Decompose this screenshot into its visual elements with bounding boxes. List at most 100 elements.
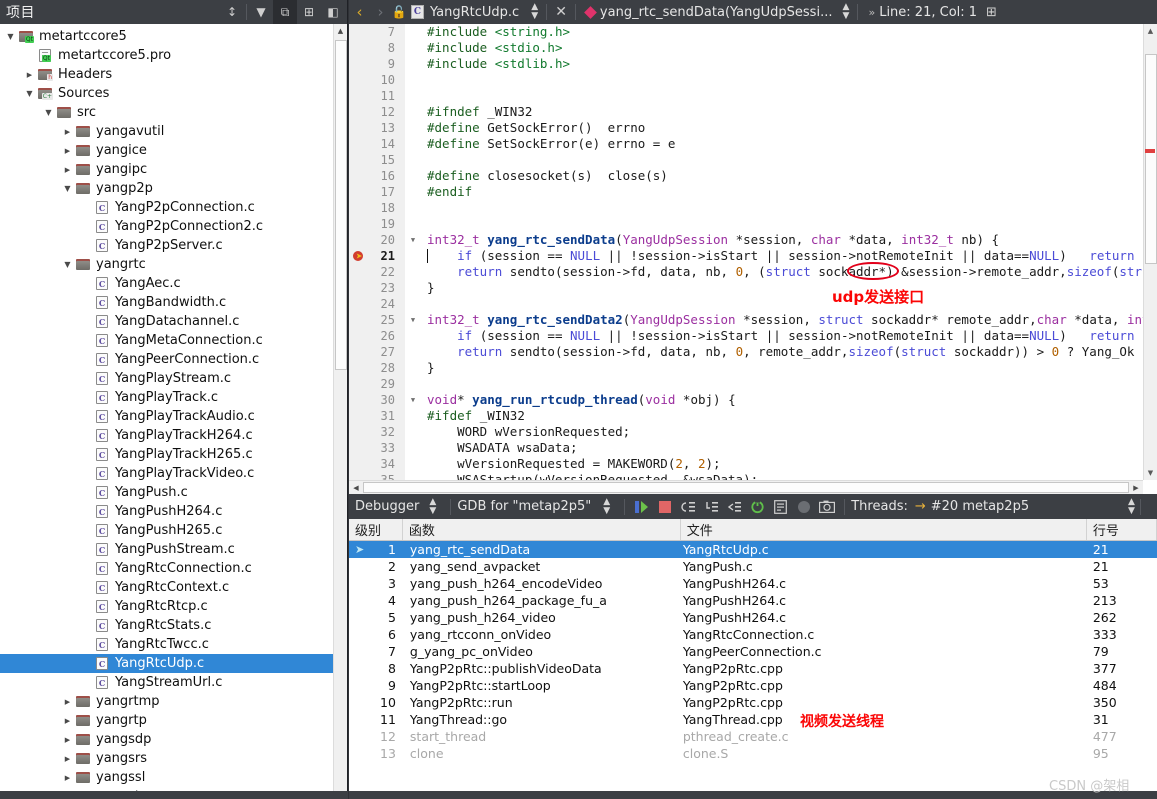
tree-item[interactable]: C YangP2pServer.c (0, 236, 347, 255)
column-header-level[interactable]: 级别 (349, 519, 403, 540)
chevron-down-icon[interactable] (61, 184, 74, 193)
tree-item[interactable]: yangssl (0, 768, 347, 787)
tree-item[interactable]: C YangPushH265.c (0, 521, 347, 540)
tree-item[interactable]: C YangPushH264.c (0, 502, 347, 521)
chevron-right-icon[interactable] (61, 774, 74, 782)
back-icon[interactable]: ‹ (349, 0, 370, 24)
fold-toggle-icon[interactable]: ▼ (407, 392, 419, 408)
chevron-right-icon[interactable] (61, 147, 74, 155)
project-tree-scroll-thumb[interactable] (335, 40, 347, 370)
file-dropdown-icon[interactable]: ▲ ▼ (529, 3, 540, 21)
scroll-up-icon[interactable]: ▲ (1144, 24, 1157, 38)
code-line[interactable]: 8 #include <stdio.h> (349, 40, 1143, 56)
tree-item[interactable]: C YangPlayTrackH264.c (0, 426, 347, 445)
tree-item[interactable]: C YangPush.c (0, 483, 347, 502)
tree-item[interactable]: Qt metartccore5.pro (0, 46, 347, 65)
tree-item[interactable]: yangipc (0, 160, 347, 179)
stack-row[interactable]: 3 yang_push_h264_encodeVideo YangPushH264.… (349, 575, 1157, 592)
tree-item[interactable]: C YangRtcRtcp.c (0, 597, 347, 616)
stack-row[interactable]: 10 YangP2pRtc::run YangP2pRtc.cpp 350 (349, 694, 1157, 711)
stack-view[interactable]: 级别 函数 文件 行号 ➤ 1 yang_rtc_sendData YangRtcUd… (349, 519, 1157, 799)
tree-item[interactable]: yangice (0, 141, 347, 160)
chevron-down-icon[interactable] (42, 108, 55, 117)
tree-item[interactable]: yangsdp (0, 730, 347, 749)
chevron-down-icon[interactable] (4, 32, 17, 41)
code-line[interactable]: 10 (349, 72, 1143, 88)
sort-filter-icon[interactable]: ↕ (220, 0, 244, 24)
code-editor[interactable]: 7 #include <string.h> 8 #include <stdio.h> 9… (349, 24, 1157, 494)
step-into-button[interactable] (700, 496, 723, 517)
tree-item[interactable]: yangrtc (0, 255, 347, 274)
split-editor-icon[interactable]: ⊞ (986, 5, 997, 20)
editor-hscroll-thumb[interactable] (363, 482, 1129, 493)
code-line[interactable]: 31 #ifdef _WIN32 (349, 408, 1143, 424)
tree-item[interactable]: C+ Sources (0, 84, 347, 103)
tree-item[interactable]: C YangP2pConnection2.c (0, 217, 347, 236)
link-icon[interactable]: ⧉ (273, 0, 297, 24)
lock-icon[interactable]: 🔓 (391, 5, 407, 19)
scroll-right-icon[interactable]: ▶ (1129, 481, 1143, 494)
tree-item[interactable]: C YangPushStream.c (0, 540, 347, 559)
open-file-chip[interactable]: C YangRtcUdp.c (407, 5, 519, 20)
scroll-up-icon[interactable]: ▲ (334, 24, 347, 38)
tree-item[interactable]: C YangPlayTrackH265.c (0, 445, 347, 464)
threads-dropdown-icon[interactable]: ▲ ▼ (1126, 497, 1137, 516)
fold-toggle-icon[interactable]: ▼ (407, 232, 419, 248)
tree-item[interactable]: C YangRtcConnection.c (0, 559, 347, 578)
stack-row[interactable]: 6 yang_rtcconn_onVideo YangRtcConnection.c… (349, 626, 1157, 643)
scroll-left-icon[interactable]: ◀ (349, 481, 363, 494)
tree-item[interactable]: C YangRtcContext.c (0, 578, 347, 597)
chevron-right-icon[interactable] (61, 128, 74, 136)
tree-item[interactable]: C YangDatachannel.c (0, 312, 347, 331)
code-line[interactable]: 13 #define GetSockError() errno (349, 120, 1143, 136)
code-line[interactable]: 30 ▼ void* yang_run_rtcudp_thread(void *ob… (349, 392, 1143, 408)
code-line[interactable]: 28} (349, 360, 1143, 376)
tree-item[interactable]: C YangMetaConnection.c (0, 331, 347, 350)
step-out-button[interactable] (723, 496, 746, 517)
chevron-down-icon[interactable] (23, 89, 36, 98)
tree-item[interactable]: yangrtp (0, 711, 347, 730)
code-line[interactable]: 17 #endif (349, 184, 1143, 200)
editor-horizontal-scrollbar[interactable]: ◀ ▶ (349, 480, 1143, 494)
stack-row[interactable]: 9 YangP2pRtc::startLoop YangP2pRtc.cpp 484 (349, 677, 1157, 694)
code-line[interactable]: 9 #include <stdlib.h> (349, 56, 1143, 72)
stack-row[interactable]: 12 start_thread pthread_create.c 477 (349, 728, 1157, 745)
tree-item[interactable]: C YangPeerConnection.c (0, 350, 347, 369)
tree-item[interactable]: Qt metartccore5 (0, 27, 347, 46)
project-tree-scroll[interactable]: Qt metartccore5 Qt metartccore5.pro h Headers… (0, 24, 347, 799)
code-line[interactable]: 7 #include <string.h> (349, 24, 1143, 40)
tree-item[interactable]: yangavutil (0, 122, 347, 141)
chevron-right-icon[interactable] (61, 698, 74, 706)
record-button[interactable] (792, 496, 815, 517)
code-line[interactable]: 27 return sendto(session->fd, data, nb, … (349, 344, 1143, 360)
step-over-button[interactable] (677, 496, 700, 517)
code-line[interactable]: 20 ▼ int32_t yang_rtc_sendData(YangUdpSess… (349, 232, 1143, 248)
code-line[interactable]: 26 if (session == NULL || !session->isSt… (349, 328, 1143, 344)
tree-item[interactable]: C YangPlayStream.c (0, 369, 347, 388)
code-line[interactable]: 33 WSADATA wsaData; (349, 440, 1143, 456)
stack-row[interactable]: 11 YangThread::go YangThread.cpp 31 (349, 711, 1157, 728)
tree-item[interactable]: yangp2p (0, 179, 347, 198)
chevron-down-icon[interactable] (61, 260, 74, 269)
tree-item[interactable]: src (0, 103, 347, 122)
code-line[interactable]: 15 (349, 152, 1143, 168)
filter-icon[interactable]: ▼ (249, 0, 273, 24)
symbol-dropdown-icon[interactable]: ▲ ▼ (840, 3, 851, 21)
tree-item[interactable]: C YangAec.c (0, 274, 347, 293)
code-line[interactable]: 19 (349, 216, 1143, 232)
chevron-right-icon[interactable] (61, 755, 74, 763)
tree-item[interactable]: h Headers (0, 65, 347, 84)
close-icon[interactable]: ✕ (553, 4, 569, 20)
code-line[interactable]: 12 #ifndef _WIN32 (349, 104, 1143, 120)
chevron-right-icon[interactable] (61, 736, 74, 744)
stop-button[interactable] (654, 496, 677, 517)
engine-dropdown-icon[interactable]: ▲ ▼ (601, 497, 612, 516)
code-line[interactable]: 29 (349, 376, 1143, 392)
scroll-down-icon[interactable]: ▼ (1144, 466, 1157, 480)
column-header-function[interactable]: 函数 (403, 519, 681, 540)
tree-item[interactable]: C YangPlayTrackAudio.c (0, 407, 347, 426)
tree-item[interactable]: C YangRtcStats.c (0, 616, 347, 635)
tree-item[interactable]: C YangPlayTrackVideo.c (0, 464, 347, 483)
tree-item[interactable]: C YangStreamUrl.c (0, 673, 347, 692)
tree-item[interactable]: yangrtmp (0, 692, 347, 711)
